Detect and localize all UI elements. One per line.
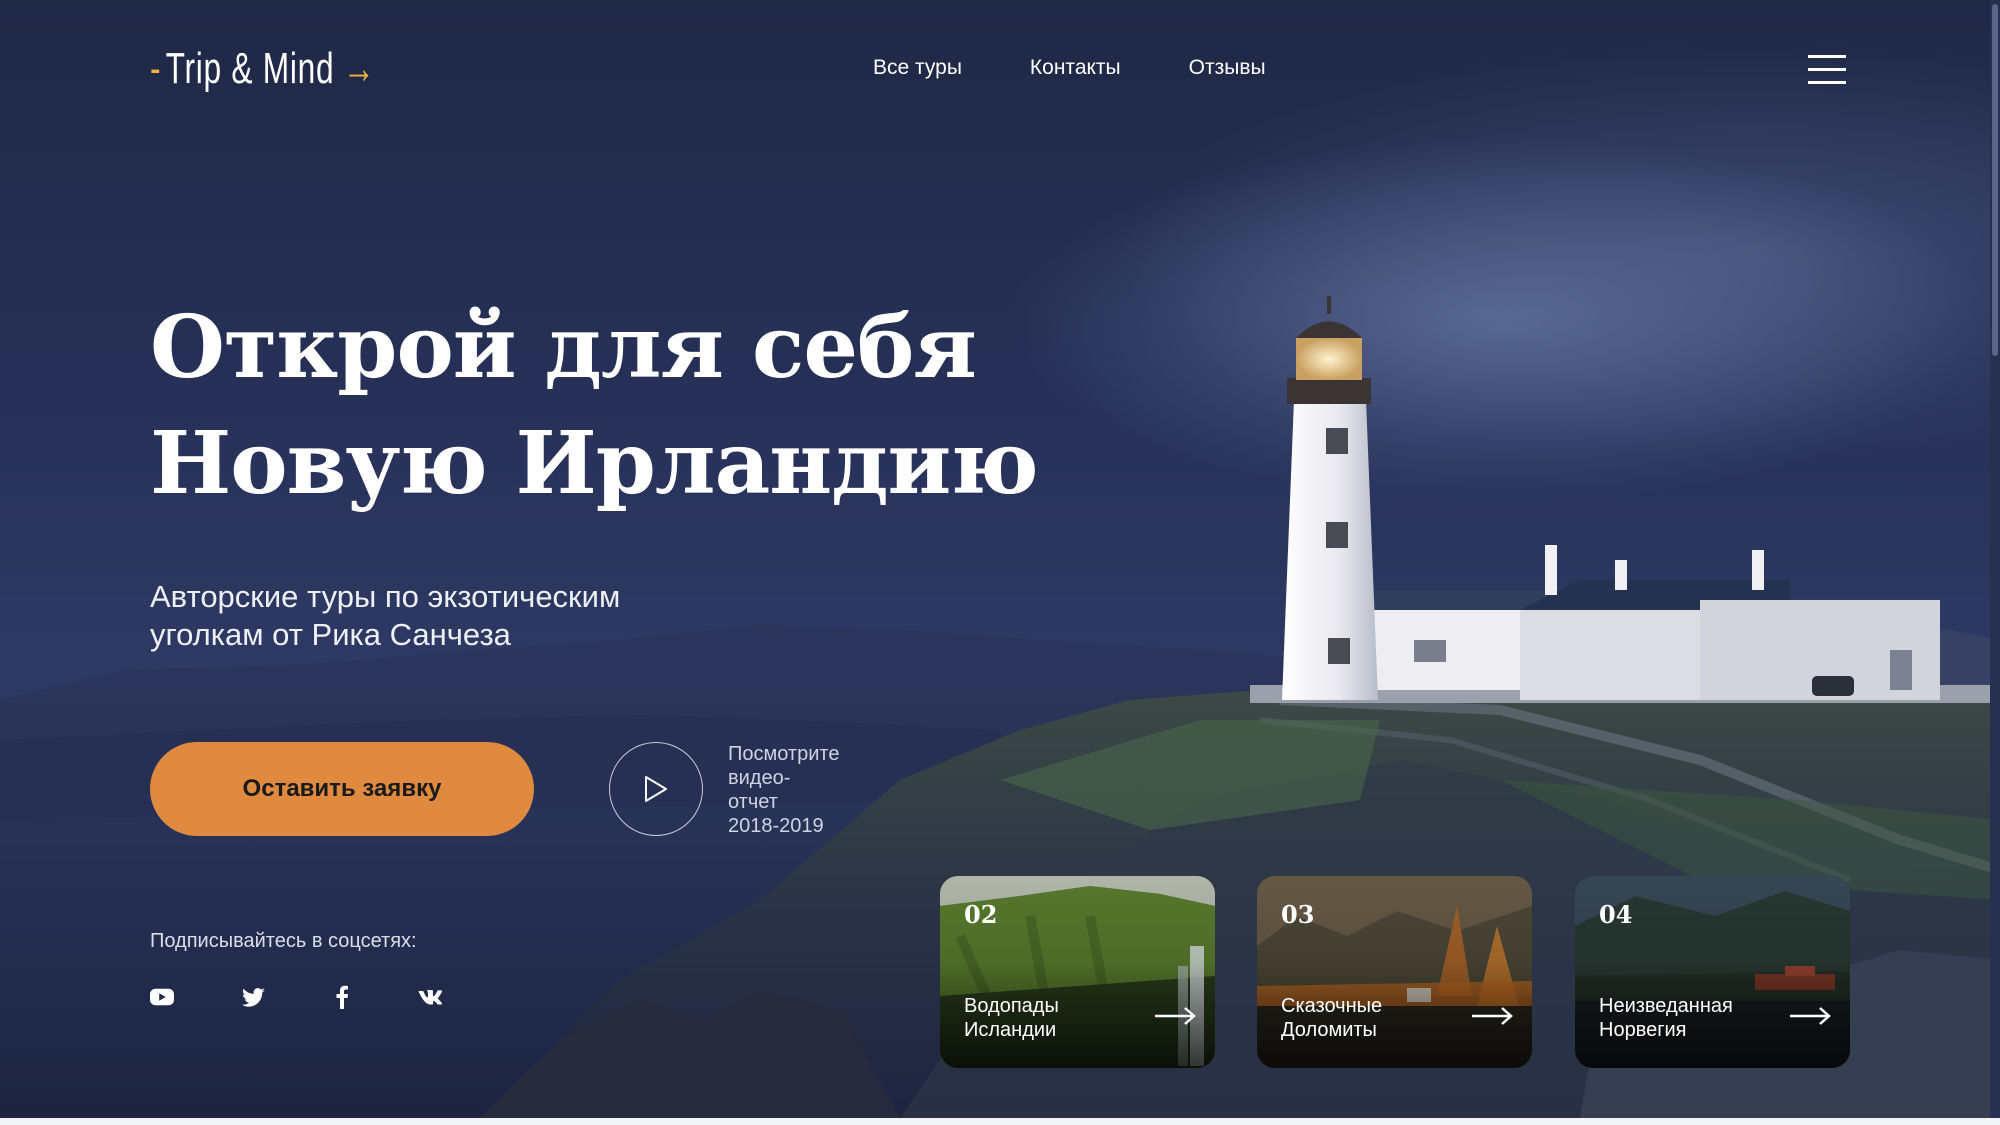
tour-card-iceland[interactable]: 02 Водопады Исландии — [940, 876, 1215, 1068]
menu-line — [1808, 55, 1846, 58]
scrollbar-thumb[interactable] — [1992, 4, 1998, 356]
video-caption-line: отчет — [728, 791, 778, 813]
tour-card-title-line: Неизведанная — [1599, 995, 1733, 1017]
tour-card-number: 04 — [1599, 900, 1633, 929]
nav-link-all-tours[interactable]: Все туры — [873, 56, 962, 80]
tour-card-title-line: Исландии — [964, 1019, 1057, 1041]
headline-line-2: Новую Ирландию — [150, 413, 1039, 514]
headline-line-1: Открой для себя — [150, 297, 977, 398]
video-caption-line: Посмотрите — [728, 743, 840, 765]
twitter-icon[interactable] — [242, 985, 266, 1009]
arrow-right-icon — [1155, 1007, 1196, 1025]
tour-card-title: Неизведанная Норвегия — [1599, 994, 1769, 1042]
logo[interactable]: - Trip & Mind → — [150, 44, 375, 94]
play-icon — [645, 776, 667, 802]
tour-card-number: 03 — [1281, 900, 1315, 929]
tour-card-title: Сказочные Доломиты — [1281, 994, 1451, 1042]
social-links — [150, 985, 442, 1009]
page-bottom-edge — [0, 1118, 2000, 1125]
submit-request-button[interactable]: Оставить заявку — [150, 742, 534, 836]
hero-section: - Trip & Mind → Все туры Контакты Отзывы… — [0, 0, 2000, 1118]
video-caption-line: видео- — [728, 767, 791, 789]
tour-card-dolomites[interactable]: 03 Сказочные Доломиты — [1257, 876, 1532, 1068]
nav-link-reviews[interactable]: Отзывы — [1189, 56, 1266, 80]
video-caption[interactable]: Посмотрите видео- отчет 2018-2019 — [728, 742, 868, 838]
video-caption-line: 2018-2019 — [728, 815, 824, 837]
arrow-right-icon — [1472, 1007, 1513, 1025]
hamburger-menu-icon[interactable] — [1808, 55, 1846, 85]
menu-line — [1808, 81, 1846, 84]
tour-card-title-line: Водопады — [964, 995, 1059, 1017]
hero-headline: Открой для себя Новую Ирландию — [150, 290, 1039, 522]
subtitle-line-1: Авторские туры по экзотическим — [150, 579, 621, 614]
logo-dash: - — [150, 44, 162, 93]
tour-card-title: Водопады Исландии — [964, 994, 1134, 1042]
tour-card-number: 02 — [964, 900, 998, 929]
hero-subtitle: Авторские туры по экзотическим уголкам о… — [150, 578, 750, 654]
nav-link-contacts[interactable]: Контакты — [1030, 56, 1121, 80]
facebook-icon[interactable] — [330, 985, 354, 1009]
logo-text: Trip & Mind — [165, 44, 335, 93]
tour-card-title-line: Норвегия — [1599, 1019, 1687, 1041]
tour-card-title-line: Доломиты — [1281, 1019, 1377, 1041]
play-video-button[interactable] — [609, 742, 703, 836]
subtitle-line-2: уголкам от Рика Санчеза — [150, 617, 511, 652]
menu-line — [1808, 68, 1846, 71]
arrow-right-icon — [1790, 1007, 1831, 1025]
tour-card-norway[interactable]: 04 Неизведанная Норвегия — [1575, 876, 1850, 1068]
vk-icon[interactable] — [418, 985, 442, 1009]
social-label: Подписывайтесь в соцсетях: — [150, 930, 417, 952]
tour-card-title-line: Сказочные — [1281, 995, 1383, 1017]
youtube-icon[interactable] — [150, 985, 174, 1009]
main-nav: Все туры Контакты Отзывы — [873, 56, 1266, 80]
logo-arrow-icon: → — [342, 44, 376, 93]
